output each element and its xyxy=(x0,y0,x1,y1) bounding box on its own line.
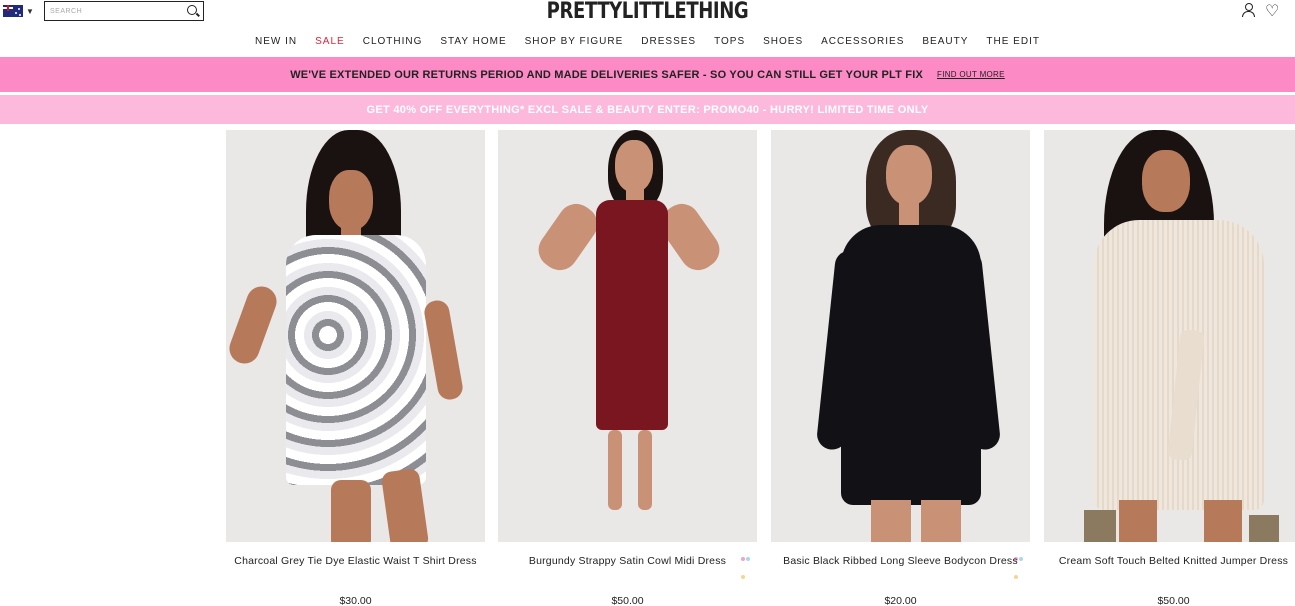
product-card[interactable]: Charcoal Grey Tie Dye Elastic Waist T Sh… xyxy=(226,130,485,606)
australia-flag-icon xyxy=(3,5,23,17)
wishlist-heart-icon[interactable]: ♡ xyxy=(1265,1,1279,21)
returns-banner: WE'VE EXTENDED OUR RETURNS PERIOD AND MA… xyxy=(0,57,1295,92)
chevron-down-icon: ▼ xyxy=(26,6,34,16)
nav-item-clothing[interactable]: CLOTHING xyxy=(354,36,432,47)
product-card[interactable]: Burgundy Strappy Satin Cowl Midi Dress $… xyxy=(498,130,757,606)
nav-item-new-in[interactable]: NEW IN xyxy=(246,36,306,47)
product-name[interactable]: Charcoal Grey Tie Dye Elastic Waist T Sh… xyxy=(226,555,485,567)
nav-item-sale[interactable]: SALE xyxy=(306,36,354,47)
product-price: $50.00 xyxy=(1157,595,1190,606)
scroll-up-arrow-icon[interactable] xyxy=(1283,2,1291,17)
nav-item-shop-by-figure[interactable]: SHOP BY FIGURE xyxy=(516,36,633,47)
nav-item-dresses[interactable]: DRESSES xyxy=(632,36,705,47)
model-grey-tie-dye-dress[interactable] xyxy=(226,130,485,542)
promo-banner-message: GET 40% OFF EVERYTHING* EXCL SALE & BEAU… xyxy=(366,103,929,116)
product-name[interactable]: Basic Black Ribbed Long Sleeve Bodycon D… xyxy=(771,555,1030,567)
model-burgundy-midi-dress[interactable] xyxy=(498,130,757,542)
nav-item-tops[interactable]: TOPS xyxy=(705,36,754,47)
product-card[interactable]: Cream Soft Touch Belted Knitted Jumper D… xyxy=(1044,130,1295,606)
promo-banner[interactable]: GET 40% OFF EVERYTHING* EXCL SALE & BEAU… xyxy=(0,95,1295,124)
product-grid: Charcoal Grey Tie Dye Elastic Waist T Sh… xyxy=(226,130,1295,606)
product-price: $30.00 xyxy=(339,595,372,606)
nav-item-accessories[interactable]: ACCESSORIES xyxy=(812,36,913,47)
model-cream-jumper-dress[interactable] xyxy=(1044,130,1295,542)
color-swatch-icon xyxy=(741,548,755,579)
main-navigation: NEW IN SALE CLOTHING STAY HOME SHOP BY F… xyxy=(0,36,1295,47)
product-name[interactable]: Cream Soft Touch Belted Knitted Jumper D… xyxy=(1044,555,1295,567)
nav-item-stay-home[interactable]: STAY HOME xyxy=(431,36,515,47)
product-card[interactable]: Basic Black Ribbed Long Sleeve Bodycon D… xyxy=(771,130,1030,606)
brand-logo[interactable]: PRETTYLITTLETHING xyxy=(117,0,1179,24)
site-header: ▼ PRETTYLITTLETHING ♡ NEW IN SALE CLOTHI… xyxy=(0,0,1295,58)
country-selector[interactable]: ▼ xyxy=(3,5,34,17)
account-icon[interactable] xyxy=(1242,3,1256,17)
nav-item-beauty[interactable]: BEAUTY xyxy=(913,36,977,47)
product-price: $20.00 xyxy=(884,595,917,606)
product-name[interactable]: Burgundy Strappy Satin Cowl Midi Dress xyxy=(498,555,757,567)
returns-banner-message: WE'VE EXTENDED OUR RETURNS PERIOD AND MA… xyxy=(290,68,924,81)
color-swatch-icon xyxy=(1014,548,1028,579)
nav-item-the-edit[interactable]: THE EDIT xyxy=(977,36,1049,47)
model-black-bodycon-dress[interactable] xyxy=(771,130,1030,542)
find-out-more-link[interactable]: FIND OUT MORE xyxy=(937,70,1005,79)
nav-item-shoes[interactable]: SHOES xyxy=(754,36,812,47)
product-price: $50.00 xyxy=(611,595,644,606)
